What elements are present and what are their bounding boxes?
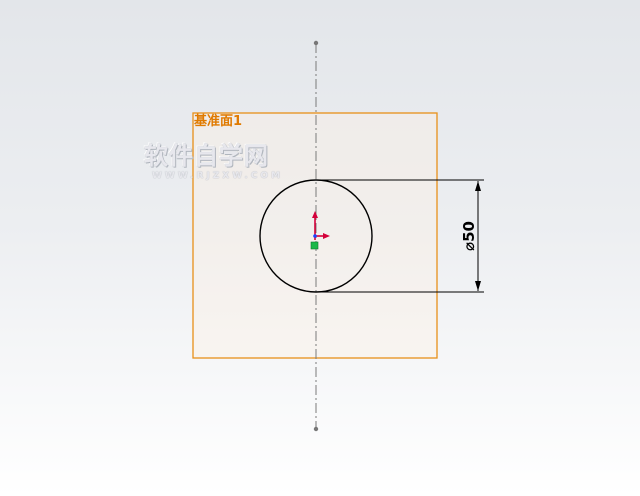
centerline-endpoint-top-icon[interactable] xyxy=(313,40,319,46)
plane-name-label[interactable]: 基准面1 xyxy=(194,114,242,130)
watermark-url: WWW.RJZXW.COM xyxy=(152,171,284,181)
diameter-dimension-text[interactable]: ⌀50 xyxy=(460,221,478,251)
sketch-canvas[interactable]: ⌀50 xyxy=(0,0,640,496)
dimension-arrow-top-icon xyxy=(475,181,481,191)
dimension-arrow-bottom-icon xyxy=(475,281,481,291)
graphics-viewport[interactable]: ⌀50 基准面1 软件自学网 WWW.RJZXW.COM xyxy=(0,0,640,496)
centerline-endpoint-bottom-icon[interactable] xyxy=(313,426,319,432)
watermark-title: 软件自学网 xyxy=(144,142,269,170)
